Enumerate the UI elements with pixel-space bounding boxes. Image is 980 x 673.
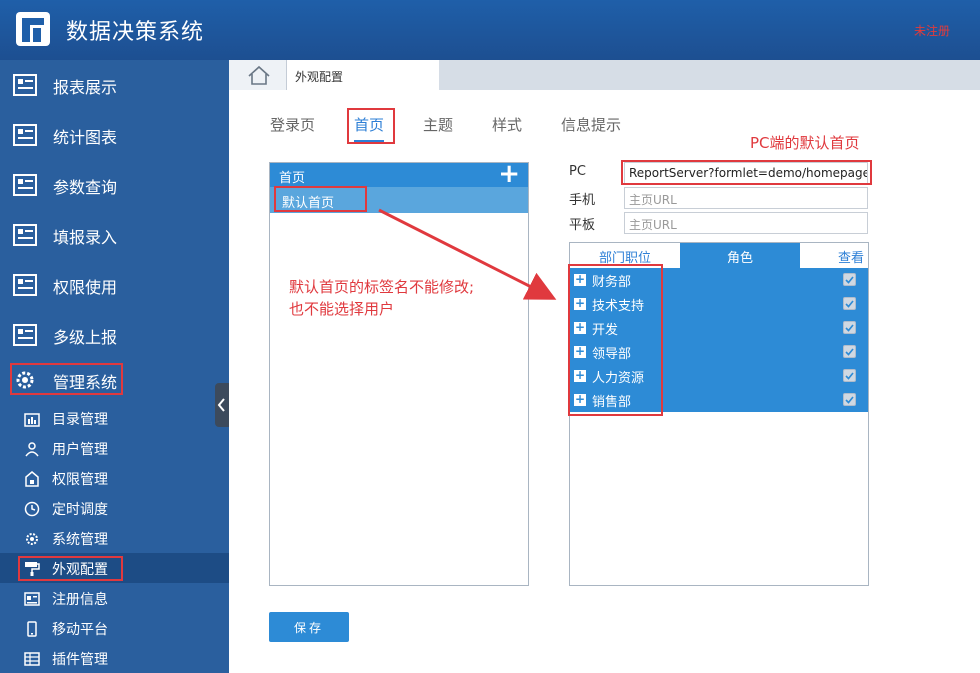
sub-item-schedule[interactable]: 定时调度 xyxy=(0,493,229,523)
clock-icon xyxy=(24,501,40,517)
sidebar-item-label: 填报录入 xyxy=(53,228,118,247)
sub-item-label: 插件管理 xyxy=(52,652,108,668)
chevron-left-icon xyxy=(217,398,225,412)
sidebar-item-multi-report[interactable]: 多级上报 xyxy=(0,310,229,360)
sub-item-label: 系统管理 xyxy=(52,532,108,548)
collapse-sidebar-button[interactable] xyxy=(215,383,229,427)
sidebar-item-label: 权限使用 xyxy=(53,278,118,297)
unregistered-label[interactable]: 未注册 xyxy=(914,22,950,39)
gear-icon xyxy=(26,533,38,545)
app-title: 数据决策系统 xyxy=(66,20,205,45)
sidebar-item-label: 多级上报 xyxy=(53,328,118,347)
sidebar-item-param-query[interactable]: 参数查询 xyxy=(0,160,229,210)
catalog-icon xyxy=(24,413,40,427)
sub-item-catalog[interactable]: 目录管理 xyxy=(0,403,229,433)
report-icon xyxy=(13,324,37,346)
report-icon xyxy=(13,224,37,246)
highlight-box xyxy=(18,556,123,581)
sidebar-item-label: 参数查询 xyxy=(53,178,118,197)
app-logo-icon xyxy=(16,12,50,46)
main-content: 外观配置 登录页 首页 主题 样式 信息提示 PC端的默认首页 首页 + 默认首… xyxy=(229,60,980,673)
sub-item-label: 目录管理 xyxy=(52,412,108,428)
sidebar-item-label: 统计图表 xyxy=(53,128,118,147)
sub-item-register[interactable]: 注册信息 xyxy=(0,583,229,613)
sub-item-system[interactable]: 系统管理 xyxy=(0,523,229,553)
highlight-box xyxy=(10,363,123,395)
app-header: 数据决策系统 未注册 xyxy=(0,0,980,60)
sidebar-item-charts[interactable]: 统计图表 xyxy=(0,110,229,160)
report-icon xyxy=(13,174,37,196)
lock-icon xyxy=(25,471,39,487)
register-icon xyxy=(24,592,40,606)
sub-item-label: 权限管理 xyxy=(52,472,108,488)
sidebar-item-data-entry[interactable]: 填报录入 xyxy=(0,210,229,260)
mobile-icon xyxy=(27,621,37,637)
sidebar-item-label: 报表展示 xyxy=(53,78,118,97)
sub-item-plugins[interactable]: 插件管理 xyxy=(0,643,229,673)
report-icon xyxy=(13,74,37,96)
sub-item-permissions[interactable]: 权限管理 xyxy=(0,463,229,493)
sub-item-label: 用户管理 xyxy=(52,442,108,458)
sub-item-mobile[interactable]: 移动平台 xyxy=(0,613,229,643)
annotation-arrow xyxy=(378,208,557,300)
user-icon xyxy=(25,442,39,457)
sub-item-label: 注册信息 xyxy=(52,592,108,608)
sidebar-item-permission-use[interactable]: 权限使用 xyxy=(0,260,229,310)
report-icon xyxy=(13,124,37,146)
sub-item-users[interactable]: 用户管理 xyxy=(0,433,229,463)
sidebar: 报表展示 统计图表 参数查询 填报录入 权限使用 多级上报 管理系统 目录管理 … xyxy=(0,60,229,673)
plugin-icon xyxy=(24,652,40,666)
save-button[interactable]: 保存 xyxy=(269,612,349,642)
sub-item-label: 移动平台 xyxy=(52,622,108,638)
report-icon xyxy=(13,274,37,296)
sub-item-label: 定时调度 xyxy=(52,502,108,518)
sidebar-item-report-display[interactable]: 报表展示 xyxy=(0,60,229,110)
